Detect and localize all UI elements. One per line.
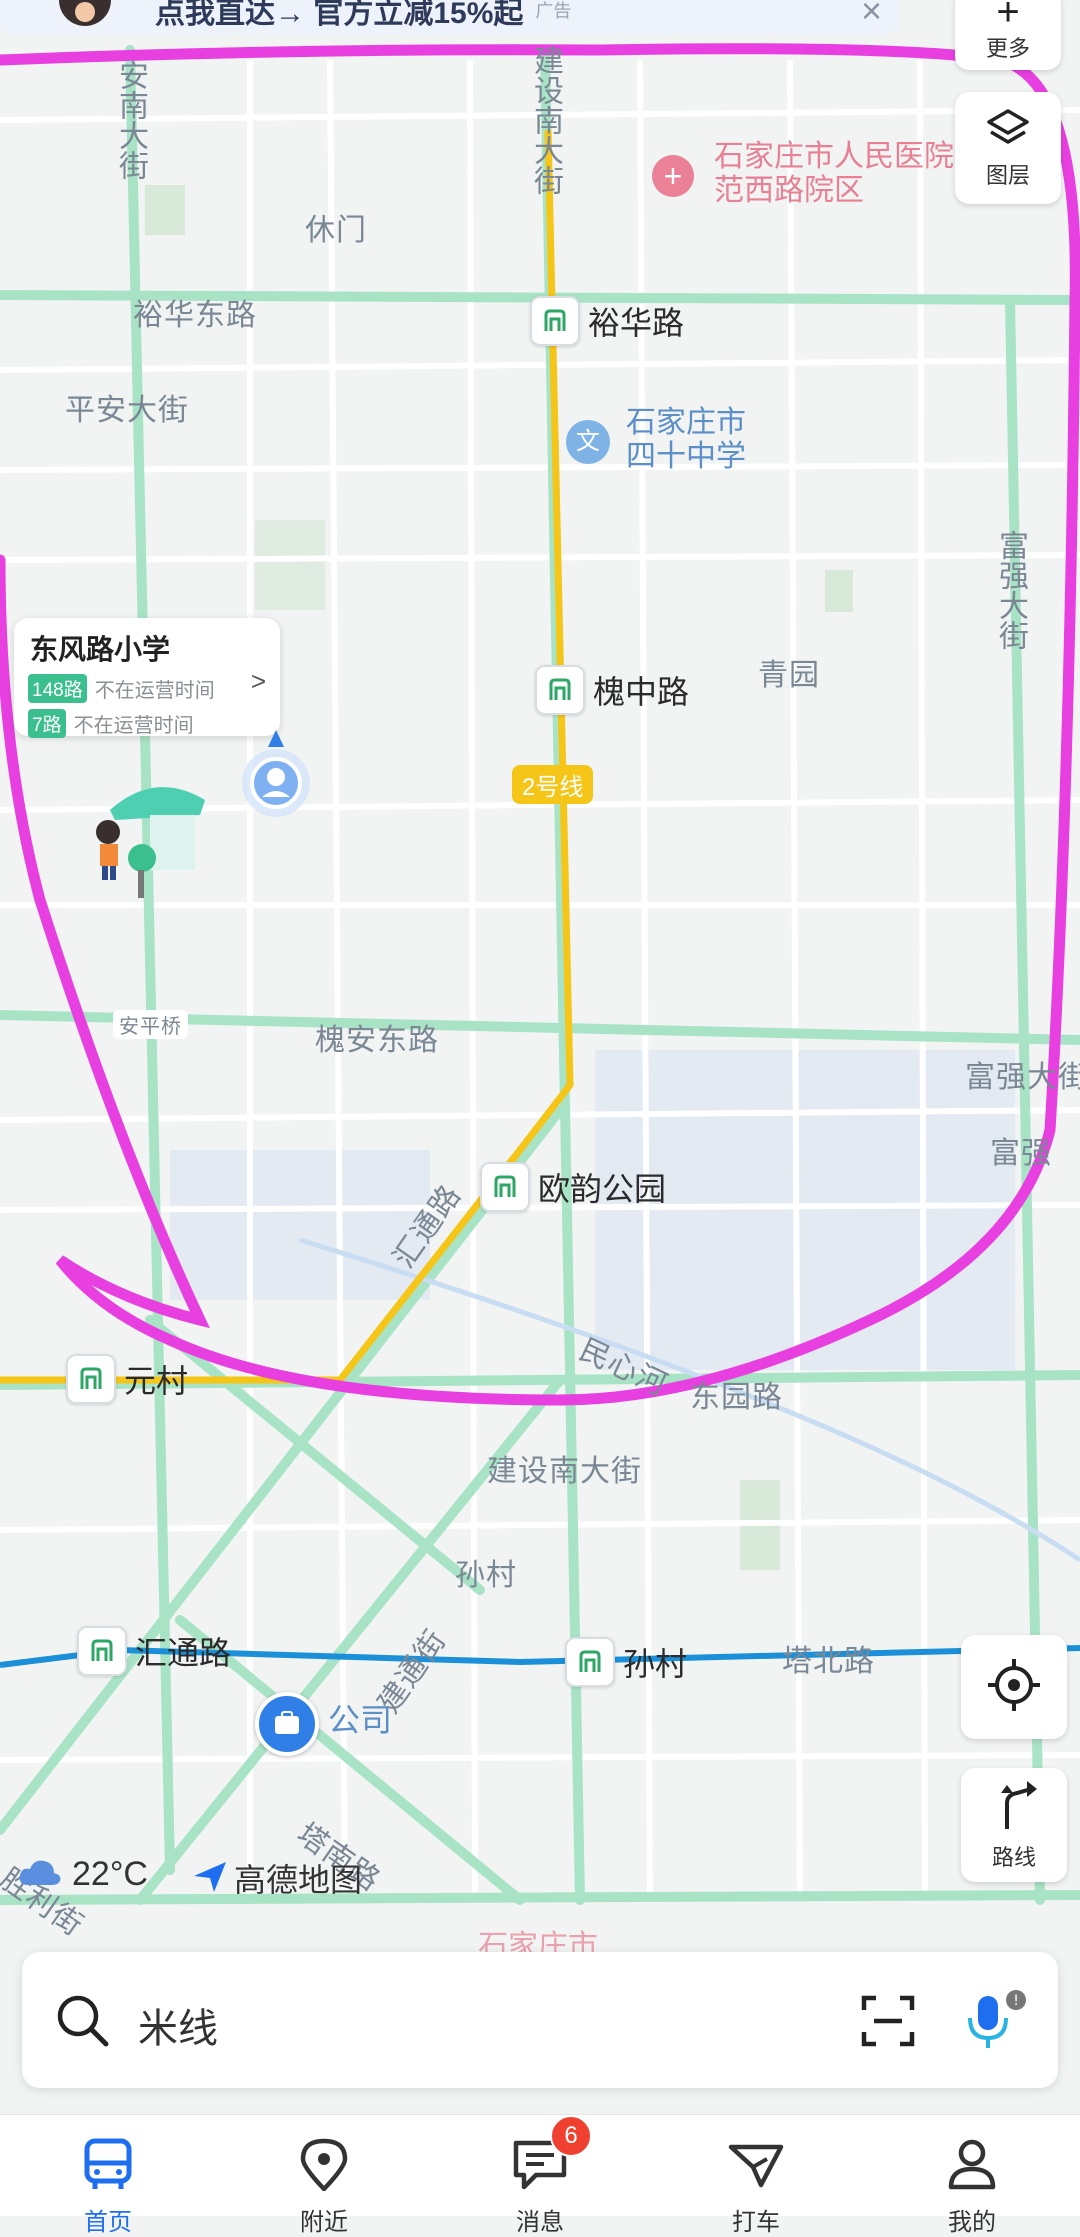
bus-icon xyxy=(79,2137,137,2196)
bus-stop-name: 东风路小学 xyxy=(30,634,171,665)
street-label: 塔北路 xyxy=(782,1645,875,1678)
route-label: 路线 xyxy=(991,1844,1036,1870)
user-location-marker[interactable] xyxy=(240,725,320,820)
cloud-icon xyxy=(18,1857,62,1892)
close-icon[interactable]: × xyxy=(861,0,882,32)
brand-name: 高德地图 xyxy=(234,1862,363,1898)
area-label: 青园 xyxy=(758,659,820,692)
metro-icon xyxy=(565,1637,615,1687)
station-label: 汇通路 xyxy=(135,1635,232,1671)
route-status: 不在运营时间 xyxy=(94,680,215,702)
bus-stop-illustration[interactable] xyxy=(90,770,220,900)
street-label: 富强 xyxy=(990,1137,1052,1170)
street-label-vertical: 富强大街 xyxy=(994,530,1027,650)
metro-station-ouyun[interactable]: 欧韵公园 xyxy=(480,1162,666,1212)
tab-nearby[interactable]: 附近 xyxy=(216,2115,432,2236)
route-badge: 148路 xyxy=(28,674,87,703)
tab-label: 首页 xyxy=(84,2209,132,2236)
bus-stop-card[interactable]: 东风路小学 148路 不在运营时间 7路 不在运营时间 > xyxy=(14,618,280,738)
tab-label: 我的 xyxy=(948,2209,996,2236)
tab-label: 附近 xyxy=(300,2209,348,2236)
temperature: 22°C xyxy=(72,1855,148,1893)
unread-badge: 6 xyxy=(550,2115,592,2157)
locate-button[interactable] xyxy=(961,1635,1067,1739)
search-input[interactable]: 米线 xyxy=(138,1996,218,2054)
chevron-right-icon: > xyxy=(250,666,266,696)
metro-station-huaizhong[interactable]: 槐中路 xyxy=(535,665,689,715)
search-bar[interactable]: 米线 ! xyxy=(22,1952,1058,2088)
metro-station-yuhua[interactable]: 裕华路 xyxy=(530,296,684,346)
user-icon xyxy=(945,2137,999,2196)
message-icon: 6 xyxy=(512,2115,592,2196)
svg-text:!: ! xyxy=(1013,1993,1019,2009)
search-icon xyxy=(56,1994,110,2053)
metro-icon xyxy=(530,296,580,346)
bottom-tab-bar: 首页 附近 6 消息 打车 我的 xyxy=(0,2114,1080,2236)
area-label: 孙村 xyxy=(455,1559,517,1592)
route-arrow-icon xyxy=(989,1779,1039,1836)
briefcase-icon[interactable] xyxy=(255,1692,319,1756)
crosshair-icon xyxy=(986,1657,1042,1718)
street-label: 东园路 xyxy=(690,1381,783,1414)
amap-logo-icon xyxy=(192,1858,228,1899)
metro-line-badge: 2号线 xyxy=(512,765,594,804)
more-label: 更多 xyxy=(985,36,1030,61)
location-pin-icon xyxy=(299,2137,349,2196)
tab-messages[interactable]: 6 消息 xyxy=(432,2115,648,2236)
tab-home[interactable]: 首页 xyxy=(0,2115,216,2236)
station-label: 元村 xyxy=(124,1363,189,1399)
metro-station-huitong[interactable]: 汇通路 xyxy=(77,1626,231,1676)
more-button[interactable]: + 更多 xyxy=(955,0,1061,70)
tab-profile[interactable]: 我的 xyxy=(864,2115,1080,2236)
layers-icon xyxy=(985,107,1031,154)
hospital-poi-label[interactable]: 石家庄市人民医院范西路院区 xyxy=(714,140,954,208)
route-badge: 7路 xyxy=(28,709,66,738)
street-label: 建设南大街 xyxy=(487,1455,642,1488)
ad-label: 广告 xyxy=(535,1,572,21)
route-button[interactable]: 路线 xyxy=(961,1768,1067,1882)
bridge-label: 安平桥 xyxy=(113,1010,188,1039)
metro-icon xyxy=(535,665,585,715)
school-icon[interactable]: 文 xyxy=(566,420,610,464)
tab-label: 打车 xyxy=(732,2209,780,2236)
school-poi-label[interactable]: 石家庄市四十中学 xyxy=(626,406,766,474)
tab-taxi[interactable]: 打车 xyxy=(648,2115,864,2236)
metro-icon xyxy=(77,1626,127,1676)
mascot-icon xyxy=(40,0,120,42)
bus-route-row: 148路 不在运营时间 xyxy=(28,674,280,703)
hospital-icon[interactable]: + xyxy=(652,155,694,197)
weather-widget[interactable]: 22°C xyxy=(18,1855,148,1894)
station-label: 欧韵公园 xyxy=(538,1171,667,1207)
street-label-vertical: 建设南大街 xyxy=(529,45,562,195)
street-label: 槐安东路 xyxy=(315,1024,439,1057)
brand-logo: 高德地图 xyxy=(192,1855,362,1901)
metro-station-yuancun[interactable]: 元村 xyxy=(66,1354,188,1404)
route-status: 不在运营时间 xyxy=(73,715,194,737)
scan-icon[interactable] xyxy=(860,1994,916,2053)
station-label: 孙村 xyxy=(623,1646,688,1682)
microphone-icon[interactable]: ! xyxy=(962,1988,1028,2059)
street-label: 富强大街 xyxy=(965,1061,1080,1094)
metro-station-suncun[interactable]: 孙村 xyxy=(565,1637,687,1687)
taxi-icon xyxy=(727,2137,785,2196)
station-label: 裕华路 xyxy=(588,305,685,341)
company-label[interactable]: 公司 xyxy=(328,1703,392,1737)
layers-label: 图层 xyxy=(985,162,1030,188)
station-label: 槐中路 xyxy=(593,674,690,710)
layers-button[interactable]: 图层 xyxy=(955,92,1061,204)
plus-icon: + xyxy=(996,0,1020,34)
street-label: 平安大街 xyxy=(65,394,189,427)
street-label-vertical: 安南大街 xyxy=(114,60,147,180)
tab-label: 消息 xyxy=(516,2209,564,2236)
metro-icon xyxy=(480,1162,530,1212)
ad-banner[interactable]: 点我直达→ 官方立减15%起 广告 × xyxy=(0,0,900,34)
street-label: 裕华东路 xyxy=(133,299,257,332)
banner-text[interactable]: 点我直达→ 官方立减15%起 xyxy=(155,0,523,32)
metro-icon xyxy=(66,1354,116,1404)
area-label: 休门 xyxy=(305,214,367,247)
